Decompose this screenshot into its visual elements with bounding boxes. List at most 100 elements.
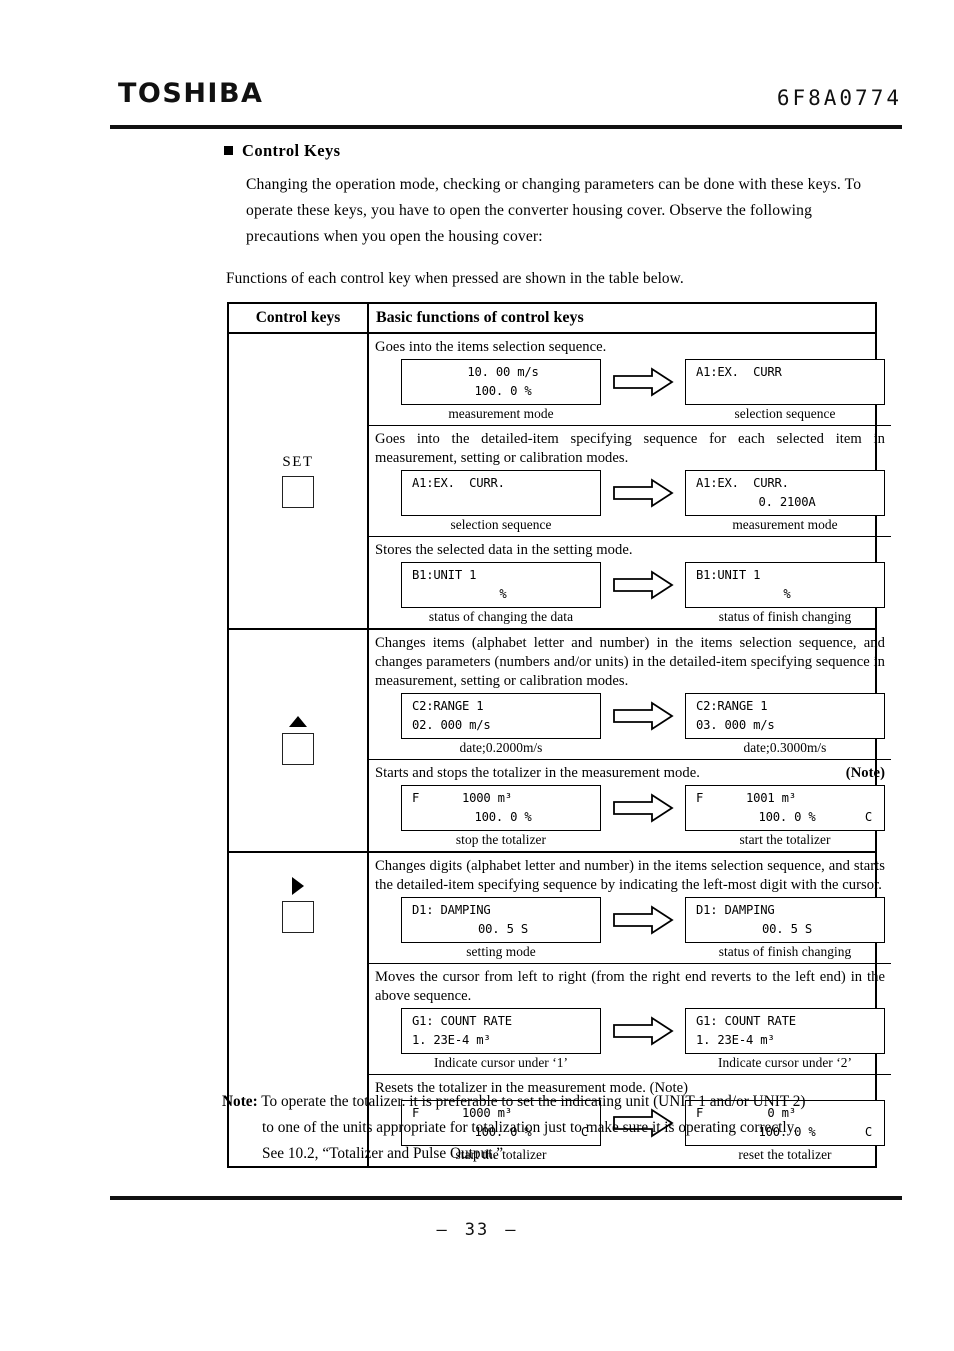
- note-label: Note:: [222, 1093, 258, 1110]
- lcd-before: D1: DAMPING 00. 5 S setting mode: [401, 897, 601, 960]
- section-heading: Control Keys: [224, 141, 340, 161]
- lcd-line-1: F 1000 m³: [412, 791, 512, 805]
- lcd-line-2: 02. 000 m/s: [412, 718, 491, 732]
- footer-rule: [110, 1196, 902, 1200]
- lcd-caption: status of finish changing: [718, 609, 852, 624]
- lcd-before: C2:RANGE 1 02. 000 m/s date;0.2000m/s: [401, 693, 601, 756]
- lcd-line-2: 100. 0 %: [758, 810, 816, 824]
- function-description-text: Starts and stops the totalizer in the me…: [375, 765, 700, 781]
- page-number-value: 33: [464, 1220, 490, 1240]
- document-page: TOSHIBA 6F8A0774 Control Keys Changing t…: [0, 0, 954, 1351]
- intro-paragraph: Changing the operation mode, checking or…: [246, 176, 862, 245]
- note-line-3: See 10.2, “Totalizer and Pulse Output.”: [262, 1145, 504, 1162]
- note-line-1: Note: To operate the totalizer. it is pr…: [222, 1089, 894, 1115]
- transition-diagram: G1: COUNT RATE 1. 23E-4 m³ Indicate curs…: [375, 1008, 885, 1071]
- lcd-after: A1:EX. CURR selection sequence: [685, 359, 885, 422]
- function-description: Goes into the items selection sequence.: [375, 339, 607, 355]
- key-button-up-icon[interactable]: [282, 733, 314, 765]
- arrow-right-icon: [601, 1008, 685, 1054]
- lcd-line-1: C2:RANGE 1: [696, 699, 768, 713]
- lcd-caption: setting mode: [466, 944, 536, 959]
- lcd-line-1: F 1001 m³: [696, 791, 796, 805]
- lcd-after: D1: DAMPING 00. 5 S status of finish cha…: [685, 897, 885, 960]
- table-lead-in: Functions of each control key when press…: [226, 270, 684, 287]
- lcd-caption: date;0.2000m/s: [459, 740, 543, 755]
- transition-diagram: A1:EX. CURR. selection sequence A1:EX. C…: [375, 470, 885, 533]
- lcd-caption: selection sequence: [734, 406, 836, 421]
- function-description: Changes items (alphabet letter and numbe…: [375, 635, 885, 689]
- note-block: Note: To operate the totalizer. it is pr…: [222, 1089, 894, 1167]
- lcd-caption: date;0.3000m/s: [743, 740, 827, 755]
- lcd-caption: Indicate cursor under ‘2’: [718, 1055, 852, 1070]
- lcd-caption: stop the totalizer: [455, 832, 547, 847]
- function-subrow: Changes digits (alphabet letter and numb…: [369, 853, 891, 963]
- lcd-after: A1:EX. CURR. 0. 2100A measurement mode: [685, 470, 885, 533]
- lcd-line-2: 00. 5 S: [478, 922, 528, 936]
- lcd-line-1: D1: DAMPING: [696, 903, 775, 917]
- arrow-right-icon: [601, 470, 685, 516]
- arrow-right-icon: [601, 693, 685, 739]
- key-cell-set: SET: [229, 334, 369, 628]
- lcd-line-2: 03. 000 m/s: [696, 718, 775, 732]
- lcd-line-1: G1: COUNT RATE: [412, 1014, 512, 1028]
- lcd-caption: selection sequence: [450, 517, 552, 532]
- table-row: SET Goes into the items selection sequen…: [229, 334, 891, 630]
- page-header: TOSHIBA 6F8A0774: [0, 78, 954, 124]
- arrow-right-icon: [601, 785, 685, 831]
- lcd-line-2: 0. 2100A: [758, 495, 816, 509]
- triangle-up-icon: [289, 716, 307, 727]
- key-cell-up: [229, 630, 369, 851]
- lcd-before: 10. 00 m/s 100. 0 % measurement mode: [401, 359, 601, 422]
- function-subrow: (Note) Starts and stops the totalizer in…: [369, 759, 891, 851]
- lcd-line-1: A1:EX. CURR.: [412, 476, 505, 490]
- page-dash-right: —: [505, 1220, 518, 1240]
- toshiba-logo: TOSHIBA: [118, 78, 264, 109]
- transition-diagram: D1: DAMPING 00. 5 S setting mode D1: DAM…: [375, 897, 885, 960]
- table-row: Changes items (alphabet letter and numbe…: [229, 630, 891, 853]
- note-line-2: to one of the units appropriate for tota…: [262, 1119, 798, 1136]
- transition-diagram: 10. 00 m/s 100. 0 % measurement mode A1:…: [375, 359, 885, 422]
- section-heading-label: Control Keys: [242, 141, 341, 160]
- function-description: Stores the selected data in the setting …: [375, 542, 633, 558]
- table-header-row: Control keys Basic functions of control …: [229, 304, 875, 334]
- lcd-line-2: %: [499, 587, 507, 601]
- note-text-1: To operate the totalizer. it is preferab…: [261, 1093, 806, 1110]
- lcd-line-1: 10. 00 m/s: [467, 365, 539, 379]
- lcd-line-1: G1: COUNT RATE: [696, 1014, 796, 1028]
- function-subrow: Goes into the items selection sequence. …: [369, 334, 891, 425]
- lcd-line-2: 1. 23E-4 m³: [696, 1033, 775, 1047]
- lcd-line-1: B1:UNIT 1: [412, 568, 477, 582]
- lcd-line-1: A1:EX. CURR.: [696, 476, 789, 490]
- lcd-caption: measurement mode: [732, 517, 838, 532]
- document-code: 6F8A0774: [776, 86, 902, 110]
- lcd-caption: status of changing the data: [428, 609, 574, 624]
- function-description: (Note) Starts and stops the totalizer in…: [375, 764, 885, 783]
- lcd-line-2: 1. 23E-4 m³: [412, 1033, 491, 1047]
- lcd-line-2: 100. 0 %: [474, 810, 532, 824]
- page-number: — 33 —: [0, 1220, 954, 1240]
- arrow-right-icon: [601, 562, 685, 608]
- key-button-right-icon[interactable]: [282, 901, 314, 933]
- lcd-before: B1:UNIT 1 % status of changing the data: [401, 562, 601, 625]
- lcd-after: F 1001 m³ C 100. 0 % start the totalizer: [685, 785, 885, 848]
- function-subrow: Goes into the detailed-item specifying s…: [369, 425, 891, 536]
- lcd-indicator: C: [864, 810, 872, 824]
- lcd-caption: Indicate cursor under ‘1’: [434, 1055, 568, 1070]
- lcd-caption: start the totalizer: [739, 832, 831, 847]
- control-keys-table: Control keys Basic functions of control …: [227, 302, 891, 1168]
- lcd-before: F 1000 m³ 100. 0 % stop the totalizer: [401, 785, 601, 848]
- page-dash-left: —: [436, 1220, 449, 1240]
- lcd-after: B1:UNIT 1 % status of finish changing: [685, 562, 885, 625]
- table-header-control-keys: Control keys: [255, 309, 341, 326]
- function-description: Goes into the detailed-item specifying s…: [375, 431, 885, 466]
- lcd-after: C2:RANGE 1 03. 000 m/s date;0.3000m/s: [685, 693, 885, 756]
- function-subrow: Changes items (alphabet letter and numbe…: [369, 630, 891, 759]
- function-description: Moves the cursor from left to right (fro…: [375, 969, 885, 1004]
- transition-diagram: C2:RANGE 1 02. 000 m/s date;0.2000m/s C2…: [375, 693, 885, 756]
- bullet-square-icon: [224, 146, 233, 155]
- lcd-line-1: A1:EX. CURR: [696, 365, 782, 379]
- key-button-set-icon[interactable]: [282, 476, 314, 508]
- lcd-line-1: D1: DAMPING: [412, 903, 491, 917]
- lcd-caption: status of finish changing: [718, 944, 852, 959]
- function-subrow: Stores the selected data in the setting …: [369, 536, 891, 628]
